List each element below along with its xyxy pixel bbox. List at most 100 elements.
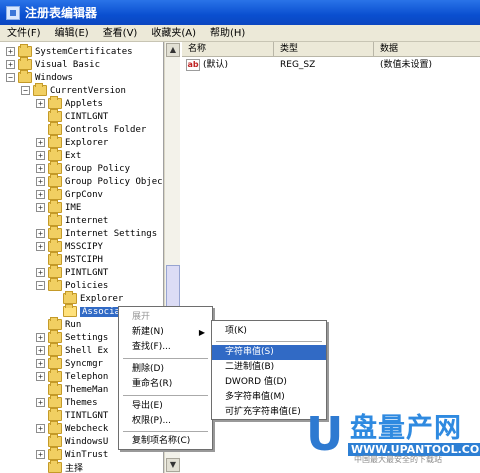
tree-node[interactable]: 主择 [36, 460, 83, 473]
new-dword-value[interactable]: DWORD 值(D) [212, 375, 326, 390]
new-binary-value[interactable]: 二进制值(B) [212, 360, 326, 375]
tree-node-label: Shell Ex [65, 345, 109, 356]
tree-node[interactable]: + Ext [36, 148, 81, 162]
col-name[interactable]: 名称 [182, 42, 274, 56]
col-data[interactable]: 数据 [374, 42, 480, 56]
folder-icon [48, 434, 62, 447]
title-bar: 注册表编辑器 [0, 0, 480, 25]
menu-view[interactable]: 查看(V) [96, 25, 145, 42]
expand-icon[interactable]: + [36, 359, 45, 368]
tree-node[interactable]: + Themes [36, 395, 98, 409]
open-folder-icon [63, 304, 77, 317]
tree-node[interactable]: + GrpConv [36, 187, 103, 201]
tree-node[interactable]: − CurrentVersion [21, 83, 126, 97]
expand-icon[interactable]: + [36, 151, 45, 160]
expand-icon[interactable]: + [36, 229, 45, 238]
folder-icon [48, 369, 62, 382]
folder-icon [48, 239, 62, 252]
expand-icon[interactable]: + [36, 398, 45, 407]
tree-node-label: Webcheck [65, 423, 109, 434]
expand-icon[interactable]: + [36, 268, 45, 277]
tree-node[interactable]: + Syncmgr [36, 356, 103, 370]
col-type[interactable]: 类型 [274, 42, 374, 56]
folder-icon [48, 278, 62, 291]
expand-icon[interactable]: + [36, 190, 45, 199]
ctx-export[interactable]: 导出(E) [119, 399, 212, 414]
expand-icon[interactable]: + [36, 372, 45, 381]
collapse-icon[interactable]: − [36, 281, 45, 290]
new-multi-string-value[interactable]: 多字符串值(M) [212, 390, 326, 405]
ctx-permissions[interactable]: 权限(P)... [119, 414, 212, 429]
tree-node[interactable]: + Applets [36, 96, 103, 110]
expand-icon[interactable]: + [36, 424, 45, 433]
tree-node-label: PINTLGNT [65, 267, 109, 278]
collapse-icon[interactable]: − [6, 73, 15, 82]
tree-node[interactable]: + PINTLGNT [36, 265, 109, 279]
folder-icon [48, 213, 62, 226]
folder-icon [48, 447, 62, 460]
menu-edit[interactable]: 编辑(E) [48, 25, 96, 42]
tree-node-label: IME [65, 202, 82, 213]
menu-help[interactable]: 帮助(H) [203, 25, 252, 42]
tree-node[interactable]: TINTLGNT [36, 408, 108, 422]
folder-icon [48, 226, 62, 239]
watermark-u-logo: U [306, 407, 344, 461]
folder-icon [48, 317, 62, 330]
expand-icon[interactable]: + [36, 450, 45, 459]
tree-node-label: Internet [65, 215, 109, 226]
tree-node[interactable]: + IME [36, 200, 82, 214]
collapse-icon[interactable]: − [21, 86, 30, 95]
ctx-rename[interactable]: 重命名(R) [119, 377, 212, 392]
tree-node[interactable]: MSTCIPH [36, 252, 103, 266]
value-data: (数值未设置) [380, 60, 433, 70]
ctx-copy-key-name[interactable]: 复制项名称(C) [119, 434, 212, 449]
menu-favorites[interactable]: 收藏夹(A) [144, 25, 203, 42]
ctx-expand[interactable]: 展开 [119, 310, 212, 325]
tree-node[interactable]: Run [36, 317, 82, 331]
tree-node[interactable]: + Shell Ex [36, 343, 109, 357]
tree-node-label: Applets [65, 98, 103, 109]
tree-node[interactable]: + Settings [36, 330, 108, 344]
tree-node-label: Themes [65, 397, 98, 408]
ctx-new[interactable]: 新建(N) ▶ [119, 325, 212, 340]
tree-node-label: Run [65, 319, 82, 330]
scroll-up-icon[interactable]: ▲ [166, 43, 180, 57]
expand-icon[interactable]: + [36, 203, 45, 212]
expand-icon[interactable]: + [36, 346, 45, 355]
new-string-value[interactable]: 字符串值(S) [212, 345, 326, 360]
value-name-cell: ab (默认) [182, 58, 274, 72]
tree-node[interactable]: + MSSCIPY [36, 239, 103, 253]
expand-icon[interactable]: + [36, 164, 45, 173]
tree-node[interactable]: + Explorer [36, 135, 108, 149]
new-key[interactable]: 项(K) [212, 324, 326, 339]
folder-icon [48, 330, 62, 343]
expand-icon[interactable]: + [36, 333, 45, 342]
tree-node[interactable]: ThemeMan [36, 382, 108, 396]
tree-node[interactable]: WindowsU [36, 434, 108, 448]
tree-node[interactable]: + Telephon [36, 369, 108, 383]
ctx-find[interactable]: 查找(F)... [119, 340, 212, 355]
tree-node[interactable]: CINTLGNT [36, 109, 108, 123]
regedit-icon [6, 5, 20, 20]
tree-node-label: MSTCIPH [65, 254, 103, 265]
tree-node[interactable]: + WinTrust [36, 447, 108, 461]
expand-icon[interactable]: + [6, 60, 15, 69]
ctx-delete[interactable]: 删除(D) [119, 362, 212, 377]
expand-icon[interactable]: + [36, 99, 45, 108]
folder-icon [48, 265, 62, 278]
expand-icon[interactable]: + [36, 242, 45, 251]
scroll-down-icon[interactable]: ▼ [166, 458, 180, 472]
tree-node[interactable]: Explorer [51, 291, 123, 305]
expand-icon[interactable]: + [6, 47, 15, 56]
expand-icon[interactable]: + [36, 177, 45, 186]
folder-icon [63, 291, 77, 304]
value-row-default[interactable]: ab (默认) REG_SZ (数值未设置) [182, 58, 480, 72]
tree-node-label: Visual Basic [35, 59, 101, 70]
tree-node-label: Policies [65, 280, 109, 291]
tree-node[interactable]: Internet [36, 213, 109, 227]
menu-file[interactable]: 文件(F) [0, 25, 48, 42]
tree-node[interactable]: + Webcheck [36, 421, 109, 435]
expand-icon[interactable]: + [36, 138, 45, 147]
folder-icon [48, 395, 62, 408]
folder-icon [48, 421, 62, 434]
